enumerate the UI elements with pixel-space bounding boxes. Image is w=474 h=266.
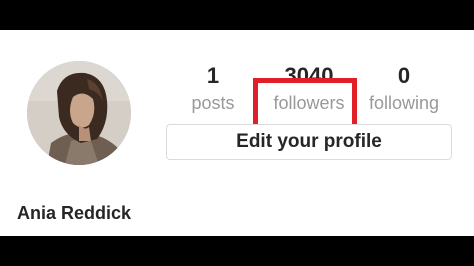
followers-label: followers [273,93,345,113]
edit-profile-button[interactable]: Edit your profile [166,124,452,160]
profile-header: 1 posts 3040 followers 0 following Edit … [0,30,474,236]
posts-stat[interactable]: 1 posts [163,60,263,114]
following-count: 0 [397,63,411,88]
followers-count: 3040 [284,63,334,88]
profile-username: Ania Reddick [17,203,132,223]
posts-count: 1 [206,63,220,88]
avatar[interactable] [27,61,131,165]
profile-photo [27,61,131,165]
following-stat[interactable]: 0 following [354,60,454,114]
posts-label: posts [191,93,235,113]
followers-stat[interactable]: 3040 followers [259,60,359,114]
following-label: following [368,93,440,113]
